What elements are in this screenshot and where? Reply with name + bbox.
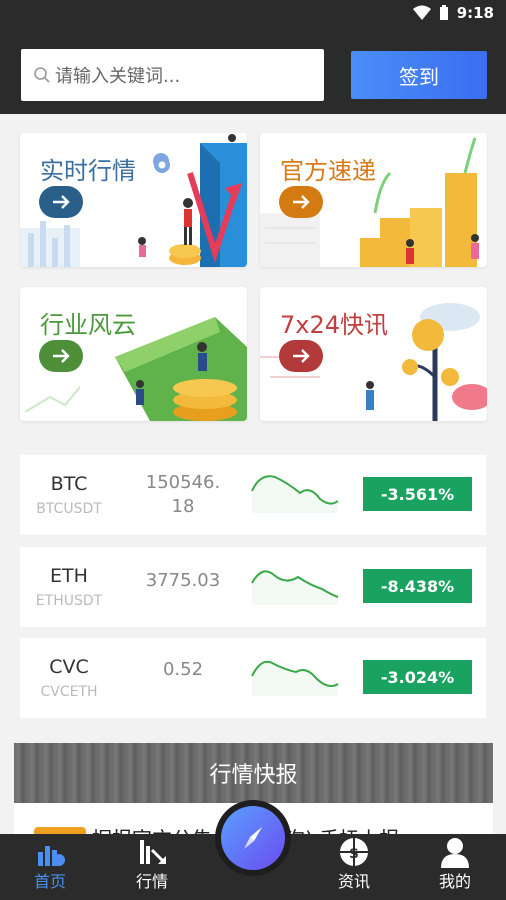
card-title: 7x24快讯 [280,311,389,339]
tab-label: 资讯 [337,872,370,891]
arrow-right-icon [53,195,70,209]
home-coins-icon [38,846,65,866]
status-bar: 9:18 [0,0,506,28]
chart-icon [140,840,166,864]
wifi-icon [412,5,431,20]
search-input[interactable]: 请输入关键词... [21,49,324,101]
arrow-right-icon [293,195,310,209]
checkin-button[interactable]: 签到 [351,51,487,99]
ticker-price-line1: 0.52 [162,659,204,680]
card-arrow-button[interactable] [39,186,83,218]
globe-dollar-icon: $ [340,838,368,866]
card-arrow-button[interactable] [279,186,323,218]
user-icon [441,838,469,868]
tab-profile[interactable]: 我的 [405,834,505,900]
compass-icon [244,827,262,849]
ticker-symbol: BTC [50,473,88,495]
card-realtime-market[interactable]: 实时行情 [20,133,247,267]
battery-icon [439,5,448,20]
tab-label: 我的 [438,872,471,891]
ticker-change-badge: -3.024% [363,660,472,694]
status-time: 9:18 [456,4,494,22]
card-title: 实时行情 [40,157,136,185]
tab-label: 行情 [135,872,168,891]
card-title: 官方速递 [280,157,376,185]
ticker-price: 0.52 [138,658,228,682]
ticker-row[interactable]: ETH ETHUSDT 3775.03 -8.438% [20,547,486,627]
search-icon [34,67,50,83]
sparkline-chart [251,570,339,605]
ticker-pair: ETHUSDT [35,593,103,609]
card-official-express[interactable]: 官方速递 [260,133,487,267]
sparkline-chart [251,475,339,513]
compass-fab-inner [221,806,285,870]
gear-icon [154,157,170,173]
search-placeholder: 请输入关键词... [55,66,181,87]
tab-news[interactable]: $ 资讯 [304,834,404,900]
ticker-price-line1: 3775.03 [145,570,221,591]
svg-text:$: $ [349,846,359,862]
card-7x24-flash[interactable]: 7x24快讯 [260,287,487,421]
ticker-change-badge: -3.561% [363,477,472,511]
tab-label: 首页 [33,872,66,891]
compass-fab-button[interactable] [215,800,291,876]
card-industry-news[interactable]: 行业风云 [20,287,247,421]
ticker-change-badge: -8.438% [363,569,472,603]
arrow-right-icon [53,349,70,363]
market-flash-banner[interactable]: 行情快报 [14,743,493,803]
header: 请输入关键词... 签到 [0,28,506,114]
tab-home[interactable]: 首页 [0,834,100,900]
ticker-pair: CVCETH [40,684,98,700]
ticker-price-line2: 18 [171,496,195,517]
card-title: 行业风云 [40,311,136,339]
ticker-row[interactable]: CVC CVCETH 0.52 -3.024% [20,638,486,718]
ticker-price-line1: 150546. [145,472,221,493]
sparkline-chart [251,660,339,696]
ticker-symbol: ETH [50,565,88,587]
card-arrow-button[interactable] [279,340,323,372]
ticker-price: 150546. 18 [138,471,228,519]
card-arrow-button[interactable] [39,340,83,372]
ticker-symbol: CVC [49,656,89,678]
banner-title: 行情快报 [209,763,298,788]
ticker-price: 3775.03 [138,569,228,593]
ticker-row[interactable]: BTC BTCUSDT 150546. 18 -3.561% [20,455,486,535]
ticker-pair: BTCUSDT [36,501,102,517]
tab-market[interactable]: 行情 [102,834,202,900]
arrow-right-icon [293,349,310,363]
